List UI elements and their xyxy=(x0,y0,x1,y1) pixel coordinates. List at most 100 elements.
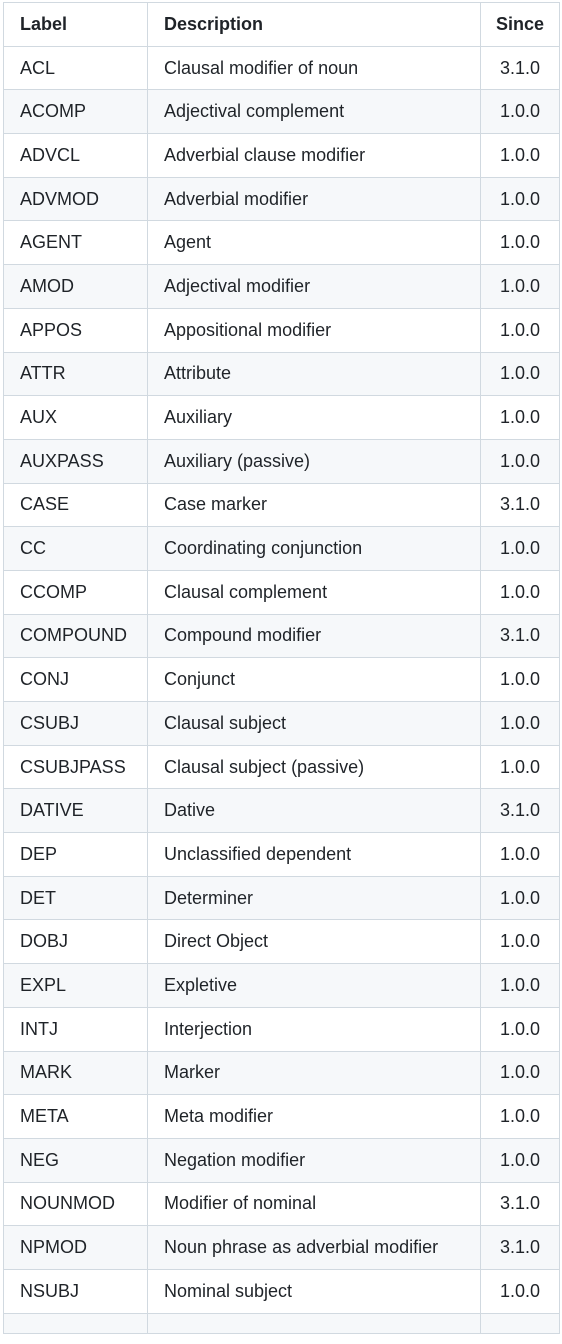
cell-description: Clausal complement xyxy=(147,569,481,615)
table-row: NPMOD Noun phrase as adverbial modifier 3.… xyxy=(3,1225,560,1270)
cell-label: NSUBJ xyxy=(3,1268,148,1314)
cell-description: Compound modifier xyxy=(147,613,481,659)
cell-since: 1.0.0 xyxy=(480,657,560,702)
cell-label: ADVMOD xyxy=(3,176,148,222)
table-row: CC Coordinating conjunction 1.0.0 xyxy=(3,526,560,571)
table-row: CASE Case marker 3.1.0 xyxy=(3,482,560,528)
cell-since: 1.0.0 xyxy=(480,832,560,877)
cell-since: 3.1.0 xyxy=(480,1225,560,1270)
cell-label: ADVCL xyxy=(3,133,148,178)
cell-since: 3.1.0 xyxy=(480,45,560,91)
empty-cell xyxy=(147,1312,481,1334)
cell-description: Marker xyxy=(147,1050,481,1096)
empty-cell xyxy=(3,1312,148,1334)
table-row: AUXPASS Auxiliary (passive) 1.0.0 xyxy=(3,438,560,484)
cell-since: 1.0.0 xyxy=(480,1094,560,1139)
table-row: DOBJ Direct Object 1.0.0 xyxy=(3,919,560,965)
cell-description: Appositional modifier xyxy=(147,307,481,353)
cell-description: Adverbial modifier xyxy=(147,176,481,222)
cell-label: CCOMP xyxy=(3,569,148,615)
cell-label: ACL xyxy=(3,45,148,91)
table-row: CONJ Conjunct 1.0.0 xyxy=(3,657,560,702)
cell-label: AUX xyxy=(3,395,148,440)
cell-label: ATTR xyxy=(3,351,148,397)
cell-label: DOBJ xyxy=(3,919,148,965)
cell-description: Auxiliary (passive) xyxy=(147,438,481,484)
table-header: Label Description Since xyxy=(3,2,560,47)
table-row: MARK Marker 1.0.0 xyxy=(3,1050,560,1096)
table-row: INTJ Interjection 1.0.0 xyxy=(3,1006,560,1052)
cell-since: 3.1.0 xyxy=(480,613,560,659)
table-row: COMPOUND Compound modifier 3.1.0 xyxy=(3,613,560,659)
table-row: ACOMP Adjectival complement 1.0.0 xyxy=(3,89,560,135)
cell-label: CC xyxy=(3,526,148,571)
cell-label: CASE xyxy=(3,482,148,528)
table-row: AGENT Agent 1.0.0 xyxy=(3,220,560,266)
cell-since: 1.0.0 xyxy=(480,1050,560,1096)
cell-description: Determiner xyxy=(147,875,481,921)
cell-label: AGENT xyxy=(3,220,148,266)
cell-description: Clausal subject xyxy=(147,701,481,746)
header-row: Label Description Since xyxy=(3,2,560,47)
table-row: NOUNMOD Modifier of nominal 3.1.0 xyxy=(3,1181,560,1227)
cell-since: 3.1.0 xyxy=(480,482,560,528)
table-row: NSUBJ Nominal subject 1.0.0 xyxy=(3,1268,560,1314)
table-row: CSUBJ Clausal subject 1.0.0 xyxy=(3,701,560,746)
cell-label: META xyxy=(3,1094,148,1139)
cell-description: Adjectival modifier xyxy=(147,264,481,309)
table-row: EXPL Expletive 1.0.0 xyxy=(3,963,560,1008)
cell-since: 1.0.0 xyxy=(480,963,560,1008)
cell-description: Modifier of nominal xyxy=(147,1181,481,1227)
table-row: CCOMP Clausal complement 1.0.0 xyxy=(3,569,560,615)
table-row: ATTR Attribute 1.0.0 xyxy=(3,351,560,397)
cell-label: EXPL xyxy=(3,963,148,1008)
table-row: DATIVE Dative 3.1.0 xyxy=(3,788,560,834)
cell-since: 1.0.0 xyxy=(480,89,560,135)
cell-since: 1.0.0 xyxy=(480,875,560,921)
cell-description: Clausal subject (passive) xyxy=(147,744,481,790)
cell-since: 1.0.0 xyxy=(480,919,560,965)
table-row: AUX Auxiliary 1.0.0 xyxy=(3,395,560,440)
cell-label: INTJ xyxy=(3,1006,148,1052)
cell-description: Meta modifier xyxy=(147,1094,481,1139)
table-row: APPOS Appositional modifier 1.0.0 xyxy=(3,307,560,353)
cell-label: AMOD xyxy=(3,264,148,309)
cell-description: Adjectival complement xyxy=(147,89,481,135)
cell-description: Nominal subject xyxy=(147,1268,481,1314)
table-row: DEP Unclassified dependent 1.0.0 xyxy=(3,832,560,877)
cell-label: COMPOUND xyxy=(3,613,148,659)
dependency-labels-table: Label Description Since ACL Clausal modif… xyxy=(3,2,560,1334)
cell-description: Attribute xyxy=(147,351,481,397)
table-row: CSUBJPASS Clausal subject (passive) 1.0.0 xyxy=(3,744,560,790)
cell-since: 1.0.0 xyxy=(480,351,560,397)
cell-since: 1.0.0 xyxy=(480,1268,560,1314)
cell-label: AUXPASS xyxy=(3,438,148,484)
cell-label: NEG xyxy=(3,1137,148,1183)
table-row: ADVMOD Adverbial modifier 1.0.0 xyxy=(3,176,560,222)
table-row: DET Determiner 1.0.0 xyxy=(3,875,560,921)
cell-label: CSUBJPASS xyxy=(3,744,148,790)
cell-label: DET xyxy=(3,875,148,921)
cell-description: Expletive xyxy=(147,963,481,1008)
cell-description: Adverbial clause modifier xyxy=(147,133,481,178)
table-row: AMOD Adjectival modifier 1.0.0 xyxy=(3,264,560,309)
table-row: ADVCL Adverbial clause modifier 1.0.0 xyxy=(3,133,560,178)
cell-since: 1.0.0 xyxy=(480,569,560,615)
table-row-partial xyxy=(3,1312,560,1334)
cell-since: 1.0.0 xyxy=(480,220,560,266)
cell-description: Interjection xyxy=(147,1006,481,1052)
cell-description: Case marker xyxy=(147,482,481,528)
cell-since: 1.0.0 xyxy=(480,176,560,222)
cell-label: DATIVE xyxy=(3,788,148,834)
cell-since: 1.0.0 xyxy=(480,264,560,309)
cell-since: 1.0.0 xyxy=(480,133,560,178)
cell-description: Direct Object xyxy=(147,919,481,965)
cell-description: Conjunct xyxy=(147,657,481,702)
cell-description: Auxiliary xyxy=(147,395,481,440)
cell-since: 1.0.0 xyxy=(480,701,560,746)
cell-since: 3.1.0 xyxy=(480,788,560,834)
cell-label: NOUNMOD xyxy=(3,1181,148,1227)
cell-label: CONJ xyxy=(3,657,148,702)
cell-since: 1.0.0 xyxy=(480,744,560,790)
cell-since: 1.0.0 xyxy=(480,395,560,440)
